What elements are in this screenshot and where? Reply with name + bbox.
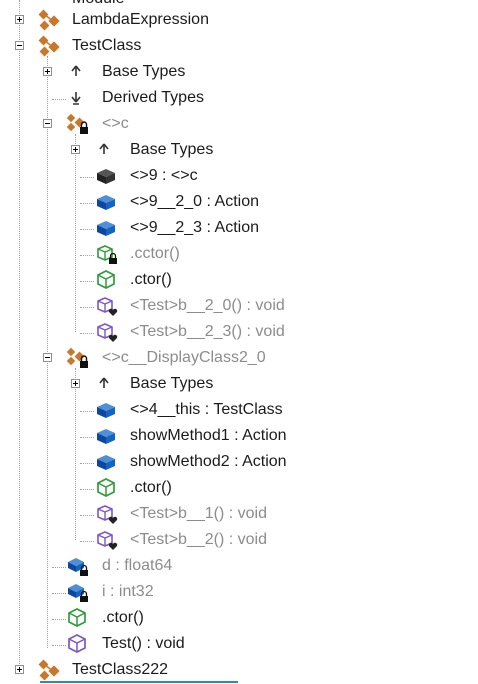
tree-item-label: .ctor(): [130, 271, 172, 288]
tree-item-method[interactable]: .ctor(): [130, 475, 172, 501]
tree-item-label: <Test>b__2() : void: [130, 531, 267, 548]
tree-item-field[interactable]: showMethod2 : Action: [130, 449, 287, 475]
field-icon: [97, 455, 115, 470]
tree-item-display-class[interactable]: <>c__DisplayClass2_0: [102, 345, 266, 371]
tree-item-field[interactable]: d : float64: [102, 553, 172, 579]
constructor-icon: [68, 608, 86, 627]
tree-item-base-types[interactable]: Base Types: [102, 59, 185, 85]
private-method-icon: [97, 505, 118, 524]
collapse-toggle[interactable]: [15, 41, 24, 50]
tree-item-testclass222[interactable]: TestClass222: [72, 657, 168, 683]
expand-toggle[interactable]: [71, 379, 80, 388]
base-types-icon: [99, 143, 109, 154]
tree-item-field[interactable]: <>9__2_0 : Action: [130, 189, 259, 215]
tree-item-label: <>4__this : TestClass: [130, 401, 283, 418]
tree-item-base-types[interactable]: Base Types: [130, 137, 213, 163]
derived-types-icon: [71, 92, 81, 105]
tree-item-label: .cctor(): [130, 245, 180, 262]
method-icon: [68, 634, 86, 653]
tree-item-method[interactable]: <Test>b__2_3() : void: [130, 319, 285, 345]
class-icon: [38, 35, 60, 57]
tree-item-method[interactable]: .ctor(): [102, 605, 144, 631]
tree-item-label: Base Types: [130, 141, 214, 158]
selection-underline: [40, 681, 238, 683]
private-field-icon: [68, 584, 88, 602]
tree-item-derived-types[interactable]: Derived Types: [102, 85, 204, 111]
tree-item-label: TestClass222: [72, 661, 169, 678]
tree-item-label: <>c__DisplayClass2_0: [102, 349, 266, 366]
class-icon: [38, 9, 60, 31]
tree-item-label: Base Types: [130, 375, 214, 392]
private-method-icon: [97, 297, 118, 316]
expand-toggle[interactable]: [71, 145, 80, 154]
tree-item-field[interactable]: showMethod1 : Action: [130, 423, 287, 449]
tree-item-method[interactable]: <Test>b__1() : void: [130, 501, 267, 527]
constructor-icon: [97, 478, 115, 497]
expand-toggle[interactable]: [15, 665, 24, 674]
tree-item-label: showMethod2 : Action: [130, 453, 287, 470]
base-types-icon: [71, 65, 81, 76]
expand-toggle[interactable]: [43, 67, 52, 76]
private-method-icon: [97, 323, 118, 342]
tree-item-method[interactable]: .cctor(): [130, 241, 180, 267]
tree-item-label: <>9__2_3 : Action: [130, 219, 259, 236]
tree-item-field[interactable]: <>9__2_3 : Action: [130, 215, 259, 241]
tree-item-label: Derived Types: [102, 89, 204, 106]
constructor-icon: [97, 270, 115, 289]
tree-item-lambda-expression[interactable]: LambdaExpression: [72, 7, 209, 33]
tree-item-label: <>c: [102, 115, 129, 132]
tree-item-method[interactable]: Test() : void: [102, 631, 185, 657]
nested-class-icon: [66, 113, 88, 134]
collapse-toggle[interactable]: [43, 119, 52, 128]
nested-class-icon: [66, 347, 88, 368]
tree-item-method[interactable]: <Test>b__2_0() : void: [130, 293, 285, 319]
tree-item-method[interactable]: .ctor(): [130, 267, 172, 293]
assembly-tree[interactable]: Module LambdaExpression TestClass: [0, 0, 478, 684]
static-constructor-icon: [97, 245, 117, 264]
tree-item-label: <Test>b__2_3() : void: [130, 323, 285, 340]
tree-item-method[interactable]: <Test>b__2() : void: [130, 527, 267, 553]
tree-item-label: LambdaExpression: [72, 11, 209, 28]
tree-item-label: <>9__2_0 : Action: [130, 193, 259, 210]
tree-item-label: <Test>b__2_0() : void: [130, 297, 285, 314]
tree-item-base-types[interactable]: Base Types: [130, 371, 213, 397]
base-types-icon: [99, 377, 109, 388]
class-icon: [38, 659, 60, 681]
tree-item-label: Base Types: [102, 63, 186, 80]
tree-item-c[interactable]: <>c: [102, 111, 129, 137]
tree-item-label: d : float64: [102, 557, 173, 574]
static-field-icon: [97, 169, 115, 184]
field-icon: [97, 221, 115, 236]
private-method-icon: [97, 531, 118, 550]
tree-item-label: <Test>b__1() : void: [130, 505, 267, 522]
field-icon: [97, 403, 115, 418]
tree-item-label: <>9 : <>c: [130, 167, 198, 184]
tree-item-field[interactable]: i : int32: [102, 579, 154, 605]
expand-toggle[interactable]: [15, 15, 24, 24]
tree-item-testclass[interactable]: TestClass: [72, 33, 141, 59]
tree-item-field[interactable]: <>9 : <>c: [130, 163, 198, 189]
field-icon: [97, 429, 115, 444]
collapse-toggle[interactable]: [43, 353, 52, 362]
tree-item-label: i : int32: [102, 583, 154, 600]
tree-item-label: .ctor(): [130, 479, 172, 496]
tree-item-field[interactable]: <>4__this : TestClass: [130, 397, 283, 423]
private-field-icon: [68, 558, 88, 576]
tree-item-label: TestClass: [72, 37, 142, 54]
tree-item-label: .ctor(): [102, 609, 144, 626]
tree-item-label: Test() : void: [102, 635, 185, 652]
tree-item-label: showMethod1 : Action: [130, 427, 287, 444]
field-icon: [97, 195, 115, 210]
